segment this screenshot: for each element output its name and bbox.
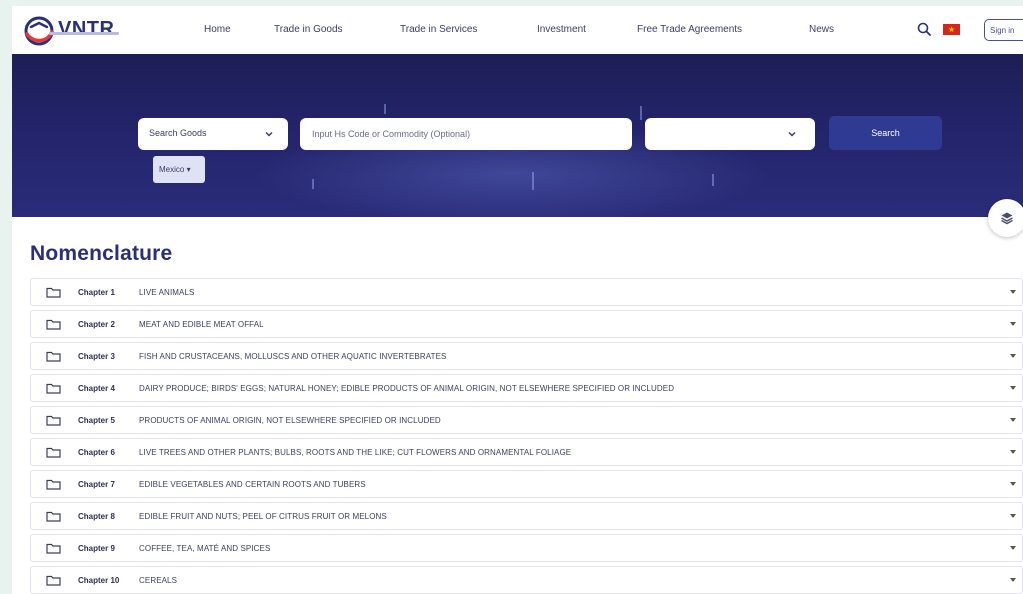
country-chip-label: Mexico: [159, 165, 185, 174]
nav-trade-in-goods[interactable]: Trade in Goods: [274, 24, 343, 35]
chapter-name: FISH AND CRUSTACEANS, MOLLUSCS AND OTHER…: [139, 352, 447, 361]
chapter-name: LIVE ANIMALS: [139, 288, 195, 297]
caret-down-icon: [1010, 354, 1016, 358]
search-type-value: Search Goods: [149, 128, 207, 138]
chevron-down-icon: [265, 131, 273, 137]
nav-investment[interactable]: Investment: [537, 24, 586, 35]
page-title: Nomenclature: [30, 242, 173, 265]
caret-down-icon: [1010, 386, 1016, 390]
chapter-name: PRODUCTS OF ANIMAL ORIGIN, NOT ELSEWHERE…: [139, 416, 441, 425]
nav-trade-in-services[interactable]: Trade in Services: [400, 24, 477, 35]
caret-down-icon: [1010, 290, 1016, 294]
caret-down-icon: [1010, 514, 1016, 518]
nav-free-trade-agreements[interactable]: Free Trade Agreements: [637, 24, 742, 35]
chapter-number: Chapter 7: [78, 480, 115, 489]
caret-down-icon: [1010, 546, 1016, 550]
caret-down-icon: [1010, 322, 1016, 326]
chapter-row-9[interactable]: Chapter 9 COFFEE, TEA, MATÉ AND SPICES: [30, 534, 1023, 562]
nav-news[interactable]: News: [809, 24, 834, 35]
chapter-number: Chapter 9: [78, 544, 115, 553]
page: VNTR Home Trade in Goods Trade in Servic…: [12, 6, 1023, 594]
chapter-row-2[interactable]: Chapter 2 MEAT AND EDIBLE MEAT OFFAL: [30, 310, 1023, 338]
chapter-number: Chapter 6: [78, 448, 115, 457]
chapter-number: Chapter 8: [78, 512, 115, 521]
main-nav: Home Trade in Goods Trade in Services In…: [12, 6, 1023, 54]
floating-action-button[interactable]: [988, 199, 1023, 237]
chapter-row-3[interactable]: Chapter 3 FISH AND CRUSTACEANS, MOLLUSCS…: [30, 342, 1023, 370]
hs-code-input[interactable]: [300, 118, 632, 150]
top-header: VNTR Home Trade in Goods Trade in Servic…: [12, 6, 1023, 54]
chapter-name: EDIBLE VEGETABLES AND CERTAIN ROOTS AND …: [139, 480, 366, 489]
folder-icon: [46, 575, 61, 586]
search-type-select[interactable]: Search Goods: [138, 118, 288, 150]
layers-icon: [1001, 212, 1013, 225]
banner-spark: [312, 179, 314, 189]
caret-down-icon: [1010, 418, 1016, 422]
search-button[interactable]: Search: [829, 116, 942, 150]
search-icon[interactable]: [917, 22, 931, 36]
folder-icon: [46, 319, 61, 330]
chip-chevron-icon: ▾: [184, 165, 191, 174]
chapter-number: Chapter 3: [78, 352, 115, 361]
chapter-list: Chapter 1 LIVE ANIMALS Chapter 2 MEAT AN…: [30, 278, 1023, 594]
chapter-row-1[interactable]: Chapter 1 LIVE ANIMALS: [30, 278, 1023, 306]
chapter-row-6[interactable]: Chapter 6 LIVE TREES AND OTHER PLANTS; B…: [30, 438, 1023, 466]
folder-icon: [46, 383, 61, 394]
caret-down-icon: [1010, 482, 1016, 486]
banner-spark: [712, 174, 714, 186]
banner-spark: [532, 172, 534, 190]
caret-down-icon: [1010, 450, 1016, 454]
folder-icon: [46, 511, 61, 522]
chapter-row-4[interactable]: Chapter 4 DAIRY PRODUCE; BIRDS' EGGS; NA…: [30, 374, 1023, 402]
folder-icon: [46, 543, 61, 554]
chapter-row-10[interactable]: Chapter 10 CEREALS: [30, 566, 1023, 594]
chevron-down-icon: [788, 131, 796, 137]
folder-icon: [46, 447, 61, 458]
vietnam-flag-icon[interactable]: ★: [943, 24, 960, 35]
folder-icon: [46, 287, 61, 298]
country-chip[interactable]: Mexico ▾: [153, 156, 205, 183]
chapter-number: Chapter 1: [78, 288, 115, 297]
search-banner: Search Goods Search Mexico ▾: [12, 54, 1023, 217]
chapter-name: CEREALS: [139, 576, 178, 585]
chapter-number: Chapter 2: [78, 320, 115, 329]
chapter-name: COFFEE, TEA, MATÉ AND SPICES: [139, 544, 271, 553]
country-select[interactable]: [645, 118, 815, 150]
chapter-number: Chapter 4: [78, 384, 115, 393]
banner-spark: [384, 104, 386, 114]
folder-icon: [46, 415, 61, 426]
chapter-name: DAIRY PRODUCE; BIRDS' EGGS; NATURAL HONE…: [139, 384, 675, 393]
nav-home[interactable]: Home: [204, 24, 231, 35]
caret-down-icon: [1010, 578, 1016, 582]
chapter-row-8[interactable]: Chapter 8 EDIBLE FRUIT AND NUTS; PEEL OF…: [30, 502, 1023, 530]
chapter-name: MEAT AND EDIBLE MEAT OFFAL: [139, 320, 264, 329]
folder-icon: [46, 479, 61, 490]
chapter-number: Chapter 5: [78, 416, 115, 425]
banner-spark: [640, 106, 642, 120]
sign-in-button[interactable]: Sign in: [984, 19, 1023, 41]
folder-icon: [46, 351, 61, 362]
chapter-row-7[interactable]: Chapter 7 EDIBLE VEGETABLES AND CERTAIN …: [30, 470, 1023, 498]
chapter-name: LIVE TREES AND OTHER PLANTS; BULBS, ROOT…: [139, 448, 572, 457]
chapter-name: EDIBLE FRUIT AND NUTS; PEEL OF CITRUS FR…: [139, 512, 387, 521]
chapter-number: Chapter 10: [78, 576, 120, 585]
chapter-row-5[interactable]: Chapter 5 PRODUCTS OF ANIMAL ORIGIN, NOT…: [30, 406, 1023, 434]
